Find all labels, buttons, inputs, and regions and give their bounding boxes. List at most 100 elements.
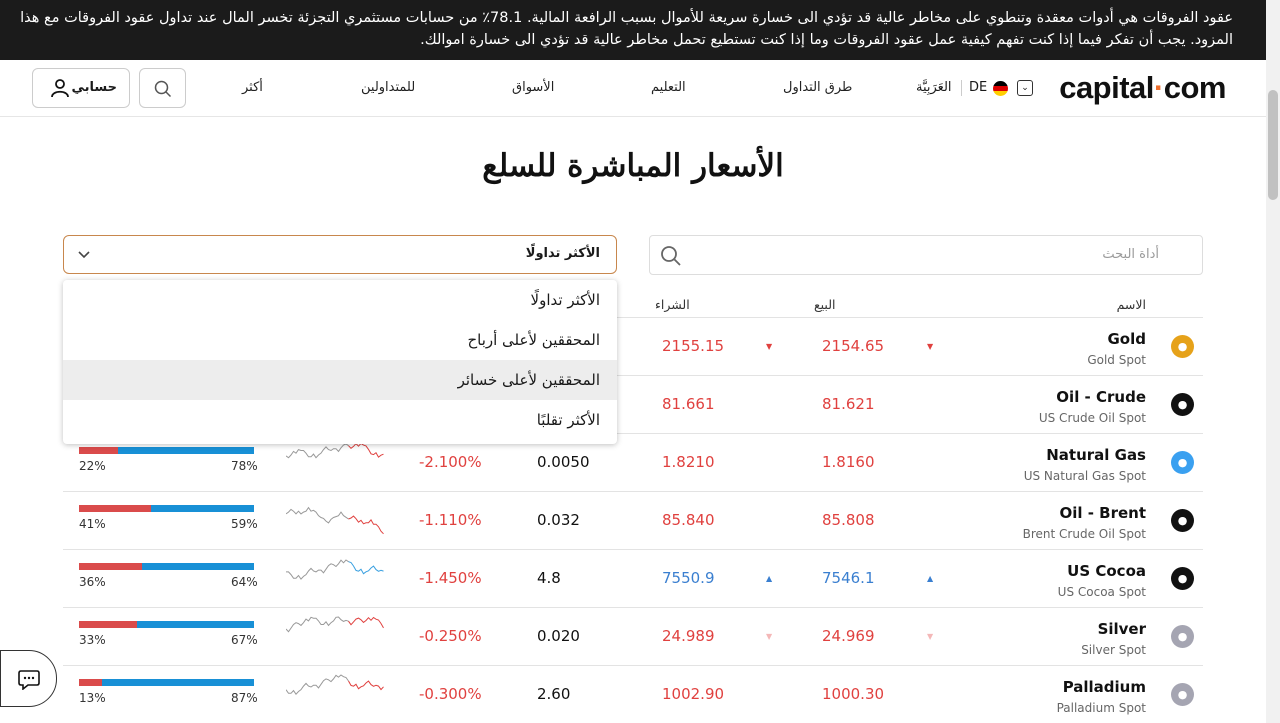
- percent-change: -1.110%: [419, 511, 482, 529]
- nav-markets[interactable]: الأسواق: [512, 80, 554, 95]
- search-icon: [154, 80, 172, 98]
- sentiment-sell-percent: 22%: [79, 459, 106, 473]
- buy-price[interactable]: 2155.15: [662, 337, 724, 355]
- palladium-icon: ●: [1171, 683, 1194, 706]
- search-button[interactable]: [139, 68, 186, 108]
- price-change: 0.032: [537, 511, 580, 529]
- sell-trend-triangle-icon: ▼: [927, 342, 934, 351]
- column-header-sell: البيع: [814, 297, 836, 312]
- sell-price[interactable]: 1.8160: [822, 453, 875, 471]
- instrument-subtitle: Silver Spot: [1081, 643, 1146, 657]
- account-button[interactable]: حسابي: [32, 68, 130, 108]
- sentiment-buy-percent: 78%: [231, 459, 258, 473]
- sentiment-sell-percent: 41%: [79, 517, 106, 531]
- sell-price[interactable]: 81.621: [822, 395, 875, 413]
- scrollbar-thumb[interactable]: [1268, 90, 1278, 200]
- instrument-subtitle: US Cocoa Spot: [1057, 585, 1146, 599]
- capital-com-logo[interactable]: capital·com: [1059, 70, 1226, 106]
- flame-icon: ●: [1171, 451, 1194, 474]
- chat-button[interactable]: [0, 650, 57, 707]
- sell-price[interactable]: 85.808: [822, 511, 875, 529]
- buy-trend-triangle-icon: ▲: [766, 574, 773, 583]
- percent-change-value: -1.110%: [419, 511, 482, 529]
- sell-trend-triangle-icon: ▼: [927, 632, 934, 641]
- instrument-name: Palladium: [1062, 678, 1146, 696]
- instrument-name: US Cocoa: [1067, 562, 1146, 580]
- nav-more[interactable]: أكثر: [242, 80, 263, 95]
- instrument-subtitle: Palladium Spot: [1056, 701, 1146, 715]
- sentiment-sell-percent: 13%: [79, 691, 106, 705]
- nav-trading-ways[interactable]: طرق التداول: [783, 80, 852, 95]
- sell-price[interactable]: 1000.30: [822, 685, 884, 703]
- sentiment-bar: [79, 679, 254, 686]
- percent-change-value: -2.100%: [419, 453, 482, 471]
- sort-option-top-gainers[interactable]: المحققين لأعلى أرباح: [63, 320, 617, 360]
- sort-option-most-volatile[interactable]: الأكثر تقلبًا: [63, 400, 617, 440]
- nav-for-traders[interactable]: للمتداولين: [361, 80, 415, 95]
- search-placeholder: أداة البحث: [1102, 247, 1159, 262]
- sort-option-most-traded[interactable]: الأكثر تداولًا: [63, 280, 617, 320]
- logo-text-right: com: [1163, 70, 1227, 105]
- language-chevron-down-icon[interactable]: ⌄: [1017, 80, 1033, 96]
- column-header-name: الاسم: [1116, 297, 1146, 312]
- buy-price[interactable]: 85.840: [662, 511, 715, 529]
- language-selector[interactable]: العَرَبِيَّة: [916, 80, 952, 95]
- column-header-buy: الشراء: [655, 297, 690, 312]
- nav-education[interactable]: التعليم: [651, 80, 686, 95]
- nav-divider: [961, 80, 962, 96]
- germany-flag-icon[interactable]: [993, 81, 1008, 96]
- silver-icon: ●: [1171, 625, 1194, 648]
- risk-warning-text: عقود الفروقات هي أدوات معقدة وتنطوي على …: [20, 10, 1233, 48]
- instrument-subtitle: Gold Spot: [1087, 353, 1146, 367]
- barrel-icon: ●: [1171, 509, 1194, 532]
- user-icon: [51, 79, 69, 98]
- instrument-subtitle: US Crude Oil Spot: [1038, 411, 1146, 425]
- price-sparkline: [286, 674, 384, 695]
- table-row[interactable]: ● US Cocoa US Cocoa Spot ▲ ▲ 7546.1 7550.9 4.8 -…: [63, 549, 1203, 607]
- page-scrollbar[interactable]: [1266, 0, 1280, 723]
- sentiment-sell-percent: 33%: [79, 633, 106, 647]
- sell-price[interactable]: 24.969: [822, 627, 875, 645]
- sell-trend-triangle-icon: ▲: [927, 574, 934, 583]
- sort-dropdown-menu: الأكثر تداولًا المحققين لأعلى أرباح المح…: [63, 280, 617, 444]
- market-search-input[interactable]: أداة البحث: [649, 235, 1203, 275]
- buy-price[interactable]: 7550.9: [662, 569, 715, 587]
- instrument-subtitle: US Natural Gas Spot: [1023, 469, 1146, 483]
- sentiment-bar: [79, 447, 254, 454]
- sell-price[interactable]: 7546.1: [822, 569, 875, 587]
- instrument-name: Oil - Crude: [1056, 388, 1146, 406]
- logo-dot: ·: [1153, 70, 1164, 105]
- logo-text-left: capital: [1059, 70, 1154, 105]
- percent-change-value: -0.250%: [419, 627, 482, 645]
- buy-trend-triangle-icon: ▼: [766, 342, 773, 351]
- table-row[interactable]: ● Silver Silver Spot ▼ ▼ 24.969 24.989 0.020 -0.…: [63, 607, 1203, 665]
- sentiment-sell-fill: [79, 621, 137, 628]
- buy-price[interactable]: 81.661: [662, 395, 715, 413]
- sentiment-buy-percent: 87%: [231, 691, 258, 705]
- sort-option-top-losers[interactable]: المحققين لأعلى خسائر: [63, 360, 617, 400]
- buy-trend-triangle-icon: ▼: [766, 632, 773, 641]
- sell-price[interactable]: 2154.65: [822, 337, 884, 355]
- table-row[interactable]: ● Oil - Brent Brent Crude Oil Spot 85.808 85…: [63, 491, 1203, 549]
- percent-change: -0.250%: [419, 627, 482, 645]
- instrument-name: Oil - Brent: [1059, 504, 1146, 522]
- percent-change: -1.450%: [419, 569, 482, 587]
- percent-change: -0.300%: [419, 685, 482, 703]
- buy-price[interactable]: 24.989: [662, 627, 715, 645]
- price-sparkline: [286, 442, 384, 459]
- sentiment-sell-percent: 36%: [79, 575, 106, 589]
- sort-select[interactable]: الأكثر تداولًا: [63, 235, 617, 274]
- instrument-name: Natural Gas: [1046, 446, 1146, 464]
- sentiment-bar: [79, 505, 254, 512]
- buy-price[interactable]: 1.8210: [662, 453, 715, 471]
- table-row[interactable]: ● Palladium Palladium Spot 1000.30 1002.90 2.…: [63, 665, 1203, 723]
- percent-change: -2.100%: [419, 453, 482, 471]
- gold-icon: ●: [1171, 335, 1194, 358]
- sentiment-buy-percent: 67%: [231, 633, 258, 647]
- region-code[interactable]: DE: [969, 80, 987, 95]
- chevron-down-icon: [78, 251, 90, 259]
- instrument-name: Silver: [1097, 620, 1146, 638]
- buy-price[interactable]: 1002.90: [662, 685, 724, 703]
- sort-select-value: الأكثر تداولًا: [525, 246, 600, 261]
- sentiment-sell-fill: [79, 447, 118, 454]
